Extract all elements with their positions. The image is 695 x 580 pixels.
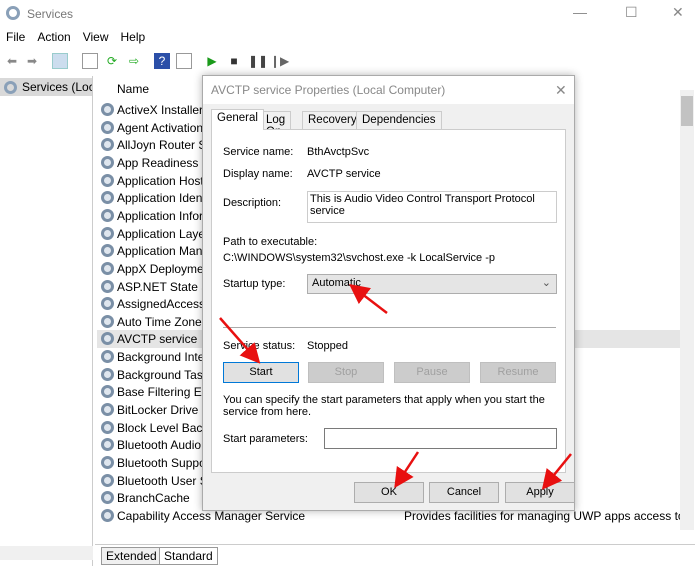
arrow-start (219, 317, 261, 364)
tab-general[interactable]: General (211, 109, 264, 130)
arrow-ok (394, 451, 420, 489)
arrow-apply (541, 453, 572, 490)
annotation-arrows (219, 283, 572, 490)
arrow-startup-type (349, 283, 388, 314)
